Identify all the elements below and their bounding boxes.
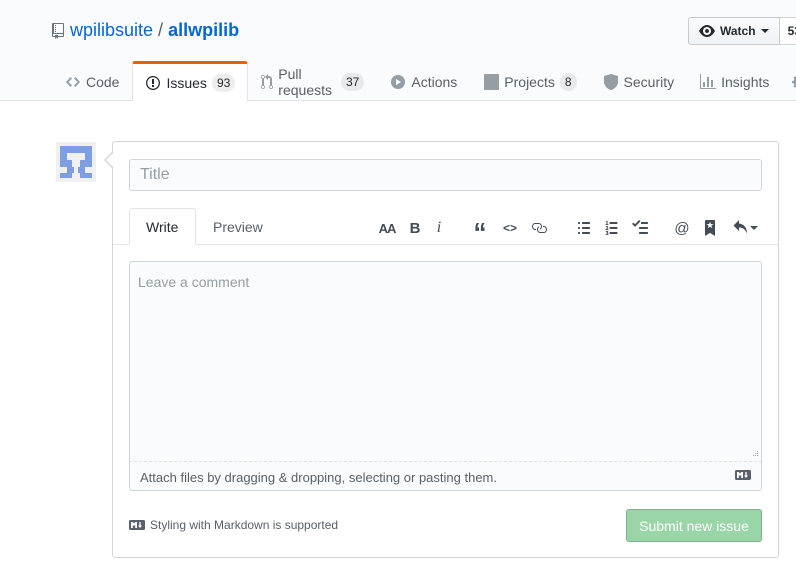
bold-icon: B — [409, 219, 421, 237]
git-pull-request-icon — [261, 74, 274, 90]
pull-requests-count-badge: 37 — [341, 73, 365, 91]
tab-label: Security — [623, 74, 675, 90]
tab-pull-requests[interactable]: Pull requests 37 — [248, 61, 377, 101]
tab-settings[interactable] — [782, 61, 796, 101]
gear-icon — [791, 74, 796, 90]
repo-name-link[interactable]: allwpilib — [168, 20, 239, 41]
file-attach-bar[interactable]: Attach files by dragging & dropping, sel… — [129, 461, 762, 491]
repo-header: wpilibsuite / allwpilib Watch 53 Code Is… — [0, 0, 796, 102]
tab-code[interactable]: Code — [52, 61, 132, 101]
markdown-icon — [129, 520, 145, 530]
italic-icon: i — [436, 219, 442, 236]
repo-owner-link[interactable]: wpilibsuite — [70, 20, 153, 41]
markdown-icon[interactable] — [735, 470, 751, 480]
unordered-list-button[interactable] — [572, 216, 596, 240]
identicon-image — [56, 142, 96, 182]
eye-icon — [699, 25, 715, 37]
tab-actions[interactable]: Actions — [377, 61, 470, 101]
task-list-button[interactable] — [628, 216, 652, 240]
attach-files-text: Attach files by dragging & dropping, sel… — [140, 470, 497, 485]
code-icon — [65, 74, 81, 90]
watch-count[interactable]: 53 — [779, 17, 796, 45]
tab-security[interactable]: Security — [590, 61, 688, 101]
title-input[interactable] — [129, 159, 762, 191]
code-icon: <> — [502, 221, 517, 235]
heading-button[interactable]: AA — [375, 216, 399, 240]
text-size-icon: AA — [378, 220, 397, 236]
tab-issues[interactable]: Issues 93 — [132, 61, 249, 102]
projects-count-badge: 8 — [559, 73, 577, 91]
link-button[interactable] — [527, 216, 551, 240]
project-icon — [483, 74, 499, 90]
quote-button[interactable]: “ — [468, 216, 492, 247]
chevron-down-icon — [760, 29, 769, 33]
link-icon — [532, 223, 547, 233]
tab-write[interactable]: Write — [129, 208, 196, 245]
chevron-down-icon — [749, 226, 758, 230]
tab-insights[interactable]: Insights — [687, 61, 782, 101]
avatar[interactable] — [56, 142, 96, 182]
watch-button[interactable]: Watch — [688, 17, 780, 45]
quote-icon: “ — [473, 217, 487, 247]
issues-count-badge: 93 — [211, 73, 236, 92]
mention-button[interactable]: @ — [670, 216, 694, 240]
bookmark-icon — [705, 220, 715, 236]
repo-nav: Code Issues 93 Pull requests 37 Actions — [52, 61, 796, 102]
reply-icon — [733, 220, 747, 234]
markdown-note-text[interactable]: Styling with Markdown is supported — [150, 518, 338, 532]
saved-replies-dropdown[interactable] — [730, 216, 760, 240]
bold-button[interactable]: B — [403, 216, 427, 240]
ordered-list-button[interactable] — [600, 216, 624, 240]
code-button[interactable]: <> — [498, 216, 522, 240]
resize-grip-icon[interactable] — [749, 449, 759, 459]
comment-textarea[interactable] — [129, 261, 762, 461]
saved-reply-bookmark-button[interactable] — [698, 216, 722, 240]
tab-projects[interactable]: Projects 8 — [470, 61, 589, 101]
tab-label: Issues — [166, 74, 207, 91]
graph-icon — [700, 74, 717, 90]
markdown-support-note: Styling with Markdown is supported — [129, 518, 338, 532]
tab-label: Pull requests — [278, 66, 332, 98]
submit-new-issue-button[interactable]: Submit new issue — [626, 509, 762, 542]
tab-label: Projects — [504, 74, 555, 90]
italic-button[interactable]: i — [427, 216, 451, 240]
tab-label: Actions — [411, 74, 458, 90]
shield-icon — [603, 74, 619, 90]
repo-path-separator: / — [158, 20, 164, 40]
play-icon — [390, 74, 406, 90]
issue-opened-icon — [145, 75, 161, 91]
tab-preview[interactable]: Preview — [197, 208, 279, 245]
list-unordered-icon — [578, 222, 590, 234]
tab-label: Code — [86, 74, 120, 90]
tab-label: Insights — [721, 74, 770, 90]
watch-label: Watch — [720, 24, 756, 38]
list-ordered-icon — [605, 221, 618, 235]
mention-icon: @ — [674, 219, 690, 237]
tasklist-icon — [632, 220, 648, 234]
repo-title: wpilibsuite / allwpilib — [52, 20, 239, 41]
form-pointer-inner — [106, 153, 113, 167]
watch-group: Watch 53 — [688, 17, 796, 45]
repo-icon — [52, 22, 64, 39]
